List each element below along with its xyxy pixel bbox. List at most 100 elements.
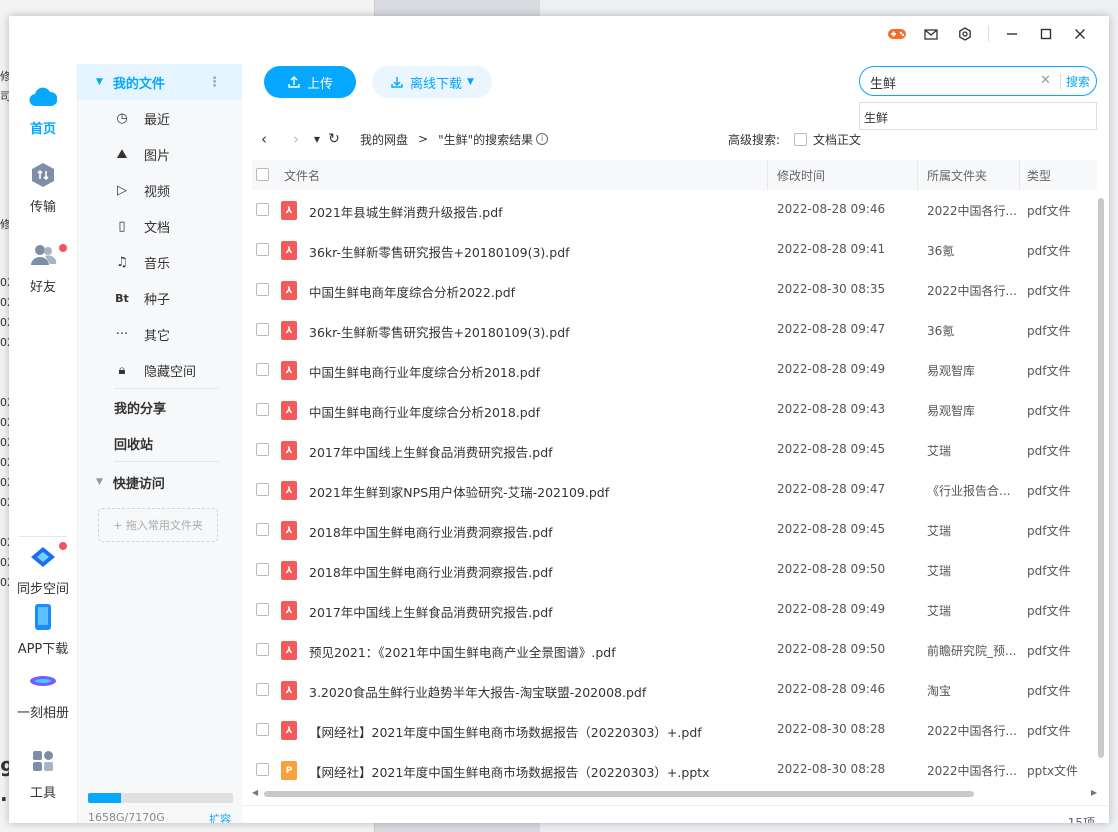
table-row[interactable]: ⅄ 2018年中国生鲜电商行业消费洞察报告.pdf 2022-08-28 09:50… <box>252 550 1097 590</box>
table-row[interactable]: ⅄ 2021年县城生鲜消费升级报告.pdf 2022-08-28 09:46 2022… <box>252 190 1097 230</box>
file-folder[interactable]: 艾瑞 <box>927 442 1019 459</box>
table-row[interactable]: ⅄ 【网经社】2021年度中国生鲜电商市场数据报告（20220303）+.pdf 2… <box>252 710 1097 750</box>
row-checkbox[interactable] <box>256 283 269 296</box>
rail-friends[interactable]: 好友 <box>9 240 77 295</box>
search-button[interactable]: 搜索 <box>1066 73 1090 90</box>
file-name[interactable]: 预见2021：《2021年中国生鲜电商产业全景图谱》.pdf <box>309 642 764 661</box>
row-checkbox[interactable] <box>256 763 269 776</box>
row-checkbox[interactable] <box>256 203 269 216</box>
nav-music[interactable]: ♫ 音乐 <box>78 244 243 280</box>
rail-app-download[interactable]: APP下载 <box>9 602 77 657</box>
rail-sync[interactable]: 同步空间 <box>9 542 77 597</box>
file-name[interactable]: 中国生鲜电商行业年度综合分析2018.pdf <box>309 402 764 421</box>
file-name[interactable]: 3.2020食品生鲜行业趋势半年大报告-淘宝联盟-202008.pdf <box>309 682 764 701</box>
file-folder[interactable]: 36氪 <box>927 242 1019 259</box>
file-folder[interactable]: 2022中国各行... <box>927 722 1019 739</box>
table-row[interactable]: P 【网经社】2021年度中国生鲜电商市场数据报告（20220303）+.pptx… <box>252 750 1097 790</box>
fulltext-checkbox[interactable] <box>794 133 808 146</box>
file-name[interactable]: 2021年县城生鲜消费升级报告.pdf <box>309 202 764 221</box>
row-checkbox[interactable] <box>256 483 269 496</box>
table-row[interactable]: ⅄ 中国生鲜电商年度综合分析2022.pdf 2022-08-30 08:35 202… <box>252 270 1097 310</box>
file-folder[interactable]: 前瞻研究院_预... <box>927 642 1019 659</box>
breadcrumb-root[interactable]: 我的网盘 <box>360 131 408 148</box>
table-row[interactable]: ⅄ 2017年中国线上生鲜食品消费研究报告.pdf 2022-08-28 09:45… <box>252 430 1097 470</box>
history-dropdown-icon[interactable]: ▼ <box>310 135 324 144</box>
row-checkbox[interactable] <box>256 683 269 696</box>
file-folder[interactable]: 艾瑞 <box>927 522 1019 539</box>
row-checkbox[interactable] <box>256 723 269 736</box>
file-folder[interactable]: 《行业报告合... <box>927 482 1019 499</box>
nav-recent[interactable]: ◷ 最近 <box>78 100 243 136</box>
file-folder[interactable]: 易观智库 <box>927 362 1019 379</box>
refresh-icon[interactable]: ↻ <box>324 131 344 147</box>
vertical-scrollbar[interactable] <box>1097 190 1105 810</box>
nav-hidden-space[interactable]: 🔒︎ 隐藏空间 <box>78 352 243 388</box>
rail-tools[interactable]: 工具 <box>9 746 77 801</box>
back-arrow-icon[interactable]: ‹ <box>254 130 274 148</box>
table-row[interactable]: ⅄ 2018年中国生鲜电商行业消费洞察报告.pdf 2022-08-28 09:45… <box>252 510 1097 550</box>
table-row[interactable]: ⅄ 预见2021：《2021年中国生鲜电商产业全景图谱》.pdf 2022-08-2… <box>252 630 1097 670</box>
row-checkbox[interactable] <box>256 643 269 656</box>
column-header-name[interactable]: 文件名 <box>284 167 320 184</box>
nav-quick-access[interactable]: ▼ 快捷访问 <box>78 464 243 500</box>
clear-search-icon[interactable]: ✕ <box>1040 73 1051 88</box>
rail-transfer[interactable]: 传输 <box>9 160 77 215</box>
info-icon[interactable]: i <box>536 133 549 145</box>
nav-docs[interactable]: ▯ 文档 <box>78 208 243 244</box>
row-checkbox[interactable] <box>256 243 269 256</box>
table-row[interactable]: ⅄ 36kr-生鲜新零售研究报告+20180109(3).pdf 2022-08-2… <box>252 310 1097 350</box>
file-folder[interactable]: 易观智库 <box>927 402 1019 419</box>
column-header-type[interactable]: 类型 <box>1027 167 1051 184</box>
upload-button[interactable]: 上传 <box>264 66 356 98</box>
file-name[interactable]: 【网经社】2021年度中国生鲜电商市场数据报告（20220303）+.pptx <box>309 762 764 781</box>
file-folder[interactable]: 艾瑞 <box>927 602 1019 619</box>
table-row[interactable]: ⅄ 36kr-生鲜新零售研究报告+20180109(3).pdf 2022-08-2… <box>252 230 1097 270</box>
more-vertical-icon[interactable]: ⋮ <box>208 75 221 90</box>
table-row[interactable]: ⅄ 3.2020食品生鲜行业趋势半年大报告-淘宝联盟-202008.pdf 2022… <box>252 670 1097 710</box>
minimize-icon[interactable] <box>995 24 1029 44</box>
file-folder[interactable]: 36氪 <box>927 322 1019 339</box>
file-folder[interactable]: 2022中国各行... <box>927 762 1019 779</box>
expand-storage-link[interactable]: 扩容 <box>209 811 231 823</box>
vertical-scroll-thumb[interactable] <box>1098 198 1104 758</box>
row-checkbox[interactable] <box>256 523 269 536</box>
mail-icon[interactable] <box>914 24 948 44</box>
file-folder[interactable]: 2022中国各行... <box>927 202 1019 219</box>
search-suggestion-item[interactable]: 生鲜 <box>859 102 1097 130</box>
file-name[interactable]: 2017年中国线上生鲜食品消费研究报告.pdf <box>309 442 764 461</box>
table-row[interactable]: ⅄ 2017年中国线上生鲜食品消费研究报告.pdf 2022-08-28 09:49… <box>252 590 1097 630</box>
file-name[interactable]: 2021年生鲜到家NPS用户体验研究-艾瑞-202109.pdf <box>309 482 764 501</box>
nav-other[interactable]: ··· 其它 <box>78 316 243 352</box>
file-name[interactable]: 2017年中国线上生鲜食品消费研究报告.pdf <box>309 602 764 621</box>
row-checkbox[interactable] <box>256 363 269 376</box>
select-all-checkbox[interactable] <box>256 168 269 181</box>
row-checkbox[interactable] <box>256 563 269 576</box>
nav-my-share[interactable]: 我的分享 <box>78 389 243 425</box>
column-header-modified[interactable]: 修改时间 <box>777 167 825 184</box>
column-header-folder[interactable]: 所属文件夹 <box>927 167 987 184</box>
row-checkbox[interactable] <box>256 403 269 416</box>
file-name[interactable]: 中国生鲜电商年度综合分析2022.pdf <box>309 282 764 301</box>
search-input[interactable] <box>870 72 1035 92</box>
nav-recycle-bin[interactable]: 回收站 <box>78 425 243 461</box>
rail-album[interactable]: 一刻相册 <box>9 666 77 721</box>
scroll-left-icon[interactable]: ◀ <box>252 788 258 797</box>
nav-pictures[interactable]: ⛰ 图片 <box>78 136 243 172</box>
offline-download-button[interactable]: 离线下载 ▼ <box>372 66 492 98</box>
forward-arrow-icon[interactable]: › <box>286 130 306 148</box>
file-folder[interactable]: 艾瑞 <box>927 562 1019 579</box>
table-row[interactable]: ⅄ 2021年生鲜到家NPS用户体验研究-艾瑞-202109.pdf 2022-08… <box>252 470 1097 510</box>
file-folder[interactable]: 2022中国各行... <box>927 282 1019 299</box>
row-checkbox[interactable] <box>256 603 269 616</box>
scroll-right-icon[interactable]: ▶ <box>1091 788 1097 797</box>
nav-video[interactable]: ▷ 视频 <box>78 172 243 208</box>
file-name[interactable]: 中国生鲜电商行业年度综合分析2018.pdf <box>309 362 764 381</box>
nav-my-files[interactable]: ▼ 我的文件 ⋮ <box>78 64 243 100</box>
file-name[interactable]: 36kr-生鲜新零售研究报告+20180109(3).pdf <box>309 242 764 261</box>
file-name[interactable]: 2018年中国生鲜电商行业消费洞察报告.pdf <box>309 522 764 541</box>
file-folder[interactable]: 淘宝 <box>927 682 1019 699</box>
settings-icon[interactable] <box>948 24 982 44</box>
table-row[interactable]: ⅄ 中国生鲜电商行业年度综合分析2018.pdf 2022-08-28 09:49 易… <box>252 350 1097 390</box>
rail-home[interactable]: 首页 <box>9 82 77 137</box>
maximize-icon[interactable] <box>1029 24 1063 44</box>
